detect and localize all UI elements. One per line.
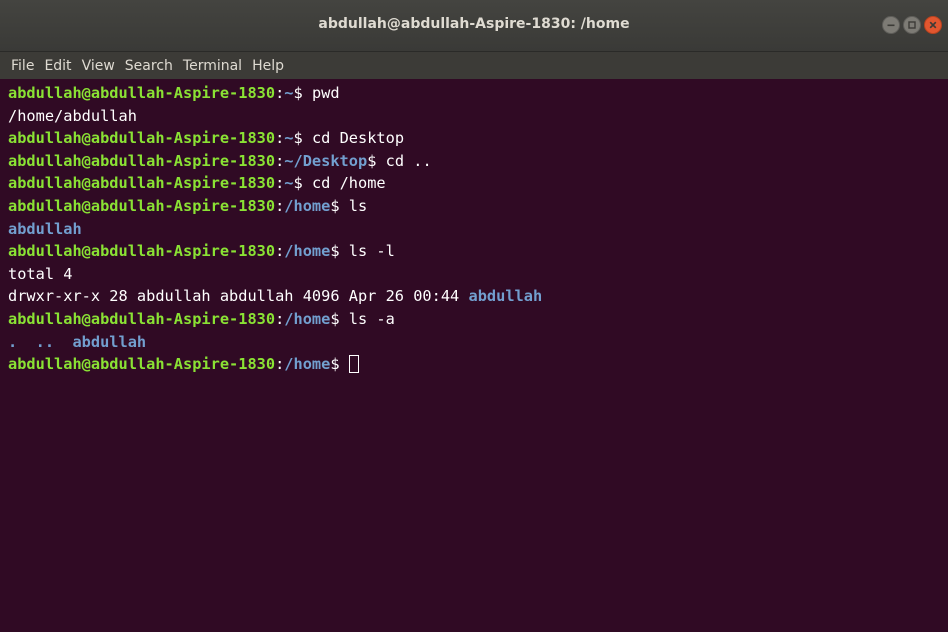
prompt-user: abdullah@abdullah-Aspire-1830	[8, 151, 276, 170]
menu-bar: File Edit View Search Terminal Help	[0, 52, 948, 79]
window-title: abdullah@abdullah-Aspire-1830: /home	[318, 16, 630, 32]
command-text: pwd	[311, 84, 340, 102]
prompt-path: ~	[284, 129, 294, 148]
prompt-separator: :	[275, 242, 285, 261]
terminal-window: abdullah@abdullah-Aspire-1830: /home Fil…	[0, 0, 948, 632]
prompt-user: abdullah@abdullah-Aspire-1830	[8, 129, 276, 148]
menu-search[interactable]: Search	[120, 55, 178, 77]
prompt-path: /home	[284, 309, 331, 328]
prompt-separator: :	[275, 196, 285, 215]
prompt-dollar: $	[330, 242, 349, 261]
terminal-line: abdullah@abdullah-Aspire-1830:/home$ ls …	[8, 240, 948, 263]
terminal-line: abdullah	[8, 218, 948, 241]
command-text: cd Desktop	[311, 129, 405, 148]
prompt-user: abdullah@abdullah-Aspire-1830	[8, 355, 276, 374]
prompt-dollar: $	[367, 151, 386, 170]
terminal-line: abdullah@abdullah-Aspire-1830:~$ cd Desk…	[8, 127, 948, 150]
minimize-button[interactable]	[882, 16, 900, 34]
menu-edit[interactable]: Edit	[39, 55, 76, 77]
prompt-dollar: $	[330, 355, 349, 374]
terminal-line: . .. abdullah	[8, 331, 948, 354]
prompt-user: abdullah@abdullah-Aspire-1830	[8, 84, 276, 102]
prompt-path: /home	[284, 196, 331, 215]
prompt-path: /home	[284, 242, 331, 261]
command-text: cd ..	[385, 151, 432, 170]
maximize-button[interactable]	[903, 16, 921, 34]
command-text: ls	[348, 196, 368, 215]
directory-listing: abdullah	[8, 219, 82, 238]
terminal-line: drwxr-xr-x 28 abdullah abdullah 4096 Apr…	[8, 285, 948, 308]
terminal-line: abdullah@abdullah-Aspire-1830:~$ cd /hom…	[8, 172, 948, 195]
prompt-dollar: $	[330, 196, 349, 215]
prompt-separator: :	[275, 129, 285, 148]
prompt-separator: :	[275, 151, 285, 170]
prompt-path: ~	[284, 84, 294, 102]
prompt-separator: :	[275, 84, 285, 102]
output-text: total 4	[8, 264, 73, 283]
menu-view[interactable]: View	[77, 55, 120, 77]
prompt-path: /home	[284, 355, 331, 374]
prompt-dollar: $	[330, 309, 349, 328]
prompt-separator: :	[275, 355, 285, 374]
window-titlebar[interactable]: abdullah@abdullah-Aspire-1830: /home	[0, 0, 948, 52]
terminal-line: abdullah@abdullah-Aspire-1830:~/Desktop$…	[8, 150, 948, 173]
prompt-path: ~	[284, 174, 294, 193]
terminal-line: abdullah@abdullah-Aspire-1830:/home$ ls	[8, 195, 948, 218]
terminal-line: abdullah@abdullah-Aspire-1830:~$ pwd	[8, 82, 948, 105]
prompt-dollar: $	[293, 84, 312, 102]
menu-help[interactable]: Help	[247, 55, 289, 77]
window-controls	[882, 16, 942, 36]
prompt-user: abdullah@abdullah-Aspire-1830	[8, 242, 276, 261]
close-icon	[929, 21, 937, 29]
directory-listing: . .. abdullah	[8, 332, 147, 351]
terminal-cursor	[348, 355, 359, 374]
prompt-separator: :	[275, 174, 285, 193]
terminal-line: /home/abdullah	[8, 105, 948, 128]
output-text: /home/abdullah	[8, 106, 137, 125]
close-button[interactable]	[924, 16, 942, 34]
terminal-line: abdullah@abdullah-Aspire-1830:/home$	[8, 353, 948, 376]
prompt-path: ~/Desktop	[284, 151, 368, 170]
prompt-user: abdullah@abdullah-Aspire-1830	[8, 196, 276, 215]
command-text: cd /home	[311, 174, 386, 193]
prompt-user: abdullah@abdullah-Aspire-1830	[8, 174, 276, 193]
listing-details: drwxr-xr-x 28 abdullah abdullah 4096 Apr…	[8, 287, 469, 306]
maximize-icon	[908, 21, 916, 29]
terminal-line: abdullah@abdullah-Aspire-1830:/home$ ls …	[8, 308, 948, 331]
menu-file[interactable]: File	[6, 55, 39, 77]
directory-name: abdullah	[468, 287, 543, 306]
prompt-dollar: $	[293, 129, 312, 148]
minimize-icon	[887, 24, 895, 27]
terminal-output[interactable]: abdullah@abdullah-Aspire-1830:~$ pwd/hom…	[0, 79, 948, 632]
prompt-dollar: $	[293, 174, 312, 193]
prompt-user: abdullah@abdullah-Aspire-1830	[8, 309, 276, 328]
menu-terminal[interactable]: Terminal	[178, 55, 247, 77]
command-text: ls -a	[348, 309, 395, 328]
command-text: ls -l	[348, 242, 395, 261]
prompt-separator: :	[275, 309, 285, 328]
terminal-line: total 4	[8, 263, 948, 286]
